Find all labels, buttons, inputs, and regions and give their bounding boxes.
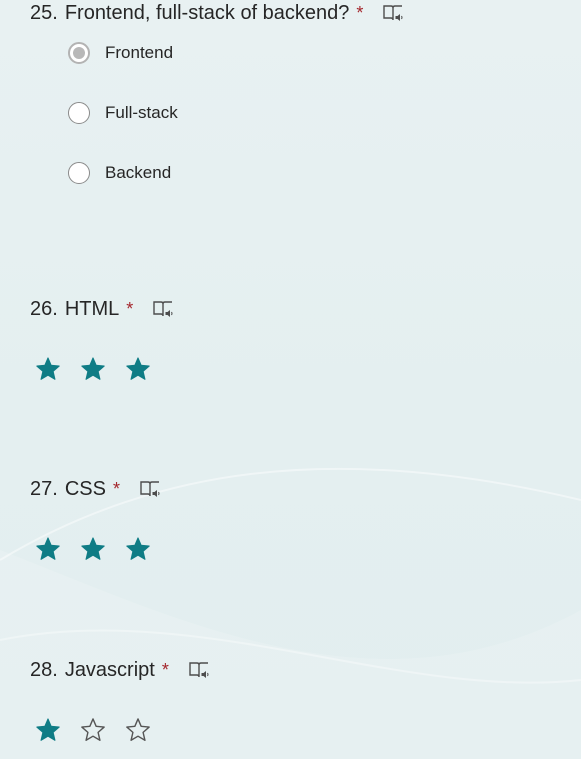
option-label: Full-stack [105,103,178,122]
question-title: HTML [64,298,120,320]
star-rating-html [35,356,170,382]
star-filled-icon[interactable] [80,356,106,382]
question-header: 28. Javascript * [30,657,211,683]
required-marker: * [356,3,364,23]
radio-button[interactable] [68,102,90,124]
question-header: 27. CSS * [30,476,162,502]
question-28: 28. Javascript * [30,657,211,683]
star-filled-icon[interactable] [35,717,61,743]
choice-options: Frontend Full-stack Backend [68,40,178,220]
option-label: Frontend [105,43,174,62]
star-filled-icon[interactable] [125,356,151,382]
option-label: Backend [105,163,172,182]
question-header: 25. Frontend, full-stack of backend? * [30,0,405,26]
required-marker: * [126,299,134,319]
immersive-reader-icon[interactable] [151,297,175,321]
question-title: Frontend, full-stack of backend? [64,2,350,24]
question-25: 25. Frontend, full-stack of backend? * F… [30,0,405,184]
star-empty-icon[interactable] [80,717,106,743]
question-title: Javascript [64,659,155,681]
question-number: 26. [30,298,58,320]
radio-button-selected[interactable] [68,42,90,64]
star-filled-icon[interactable] [125,536,151,562]
immersive-reader-icon[interactable] [381,1,405,25]
star-filled-icon[interactable] [35,356,61,382]
immersive-reader-icon[interactable] [187,658,211,682]
question-26: 26. HTML * [30,296,175,322]
star-filled-icon[interactable] [80,536,106,562]
question-27: 27. CSS * [30,476,162,502]
question-number: 28. [30,659,58,681]
immersive-reader-icon[interactable] [138,477,162,501]
question-number: 27. [30,478,58,500]
star-empty-icon[interactable] [125,717,151,743]
star-filled-icon[interactable] [35,536,61,562]
question-title: CSS [64,478,106,500]
radio-button[interactable] [68,162,90,184]
option-frontend[interactable]: Frontend [68,40,178,66]
star-rating-javascript [35,717,170,743]
required-marker: * [161,660,169,680]
option-full-stack[interactable]: Full-stack [68,100,178,126]
option-backend[interactable]: Backend [68,160,178,186]
star-rating-css [35,536,170,562]
required-marker: * [112,479,120,499]
question-header: 26. HTML * [30,296,175,322]
question-number: 25. [30,2,58,24]
